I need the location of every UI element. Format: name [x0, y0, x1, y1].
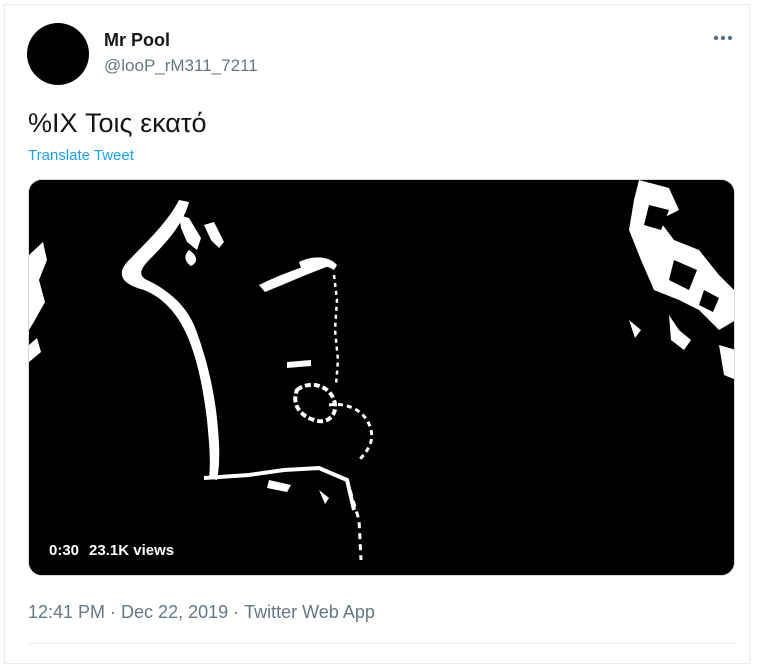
tweet-date[interactable]: Dec 22, 2019: [121, 602, 228, 622]
translate-tweet-link[interactable]: Translate Tweet: [28, 147, 134, 165]
video-duration: 0:30: [49, 542, 80, 559]
tweet-card: Mr Pool @looP_rM311_7211 %IX Τοις εκατό …: [4, 4, 750, 664]
tweet-metadata: 12:41 PM · Dec 22, 2019 · Twitter Web App: [28, 601, 375, 623]
separator: ·: [110, 602, 117, 622]
tweet-time[interactable]: 12:41 PM: [28, 602, 105, 622]
tweet-source[interactable]: Twitter Web App: [244, 602, 375, 622]
video-stats: 0:30 23.1K views: [49, 542, 174, 560]
divider: [28, 643, 735, 644]
separator: ·: [233, 602, 240, 622]
video-frame: [29, 180, 734, 575]
video-player[interactable]: 0:30 23.1K views: [28, 179, 735, 576]
author-handle[interactable]: @looP_rM311_7211: [104, 55, 258, 77]
video-view-count: 23.1K views: [89, 542, 175, 559]
more-horizontal-icon: [713, 35, 733, 41]
tweet-text: %IX Τοις εκατό: [28, 108, 207, 138]
author-display-name[interactable]: Mr Pool: [104, 29, 170, 51]
more-options-button[interactable]: [709, 29, 737, 47]
avatar[interactable]: [27, 23, 89, 85]
